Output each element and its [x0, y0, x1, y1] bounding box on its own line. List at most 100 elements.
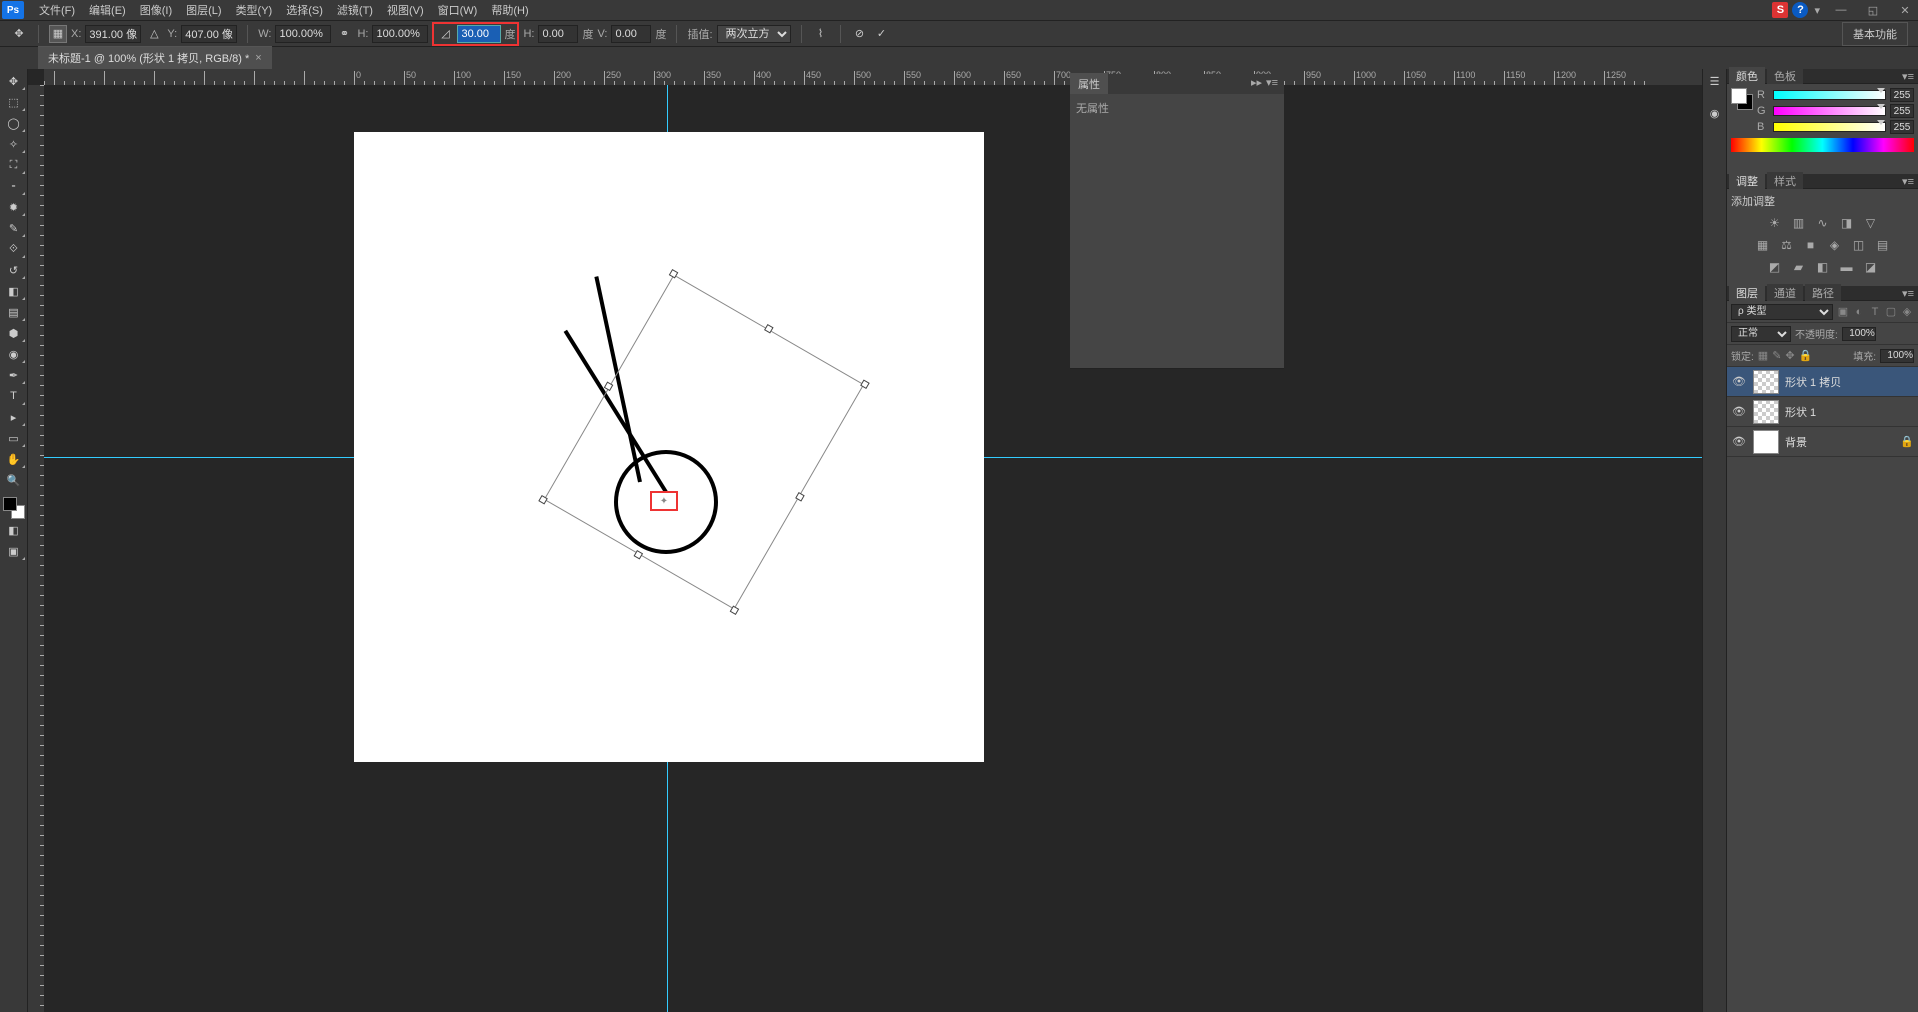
- quickmask-tool[interactable]: ◧: [2, 520, 26, 540]
- menu-select[interactable]: 选择(S): [279, 0, 330, 20]
- layer-thumbnail[interactable]: [1753, 370, 1779, 394]
- menu-window[interactable]: 窗口(W): [431, 0, 485, 20]
- b-slider[interactable]: [1773, 122, 1886, 132]
- s-icon[interactable]: S: [1772, 2, 1788, 18]
- delta-icon[interactable]: △: [145, 25, 163, 43]
- gradient-tool[interactable]: ▤: [2, 302, 26, 322]
- hue-icon[interactable]: ▦: [1754, 237, 1772, 253]
- link-icon[interactable]: ⚭: [335, 25, 353, 43]
- canvas-viewport[interactable]: ✦: [44, 85, 1702, 1012]
- w-input[interactable]: [275, 25, 331, 43]
- crop-tool[interactable]: ⛶: [2, 155, 26, 175]
- reference-point-icon[interactable]: ▦: [49, 25, 67, 43]
- blur-tool[interactable]: ⬢: [2, 323, 26, 343]
- h-input[interactable]: [372, 25, 428, 43]
- fill-input[interactable]: [1880, 349, 1914, 363]
- balance-icon[interactable]: ⚖: [1778, 237, 1796, 253]
- opacity-input[interactable]: [1842, 327, 1876, 341]
- cancel-transform-icon[interactable]: ⊘: [851, 25, 869, 43]
- bw-icon[interactable]: ■: [1802, 237, 1820, 253]
- document-canvas[interactable]: ✦: [354, 132, 984, 762]
- document-tab[interactable]: 未标题-1 @ 100% (形状 1 拷贝, RGB/8) * ×: [38, 46, 272, 69]
- text-tool[interactable]: T: [2, 386, 26, 406]
- filter-shape-icon[interactable]: ▢: [1884, 305, 1898, 319]
- panel-menu-icon[interactable]: ▾≡: [1898, 175, 1918, 188]
- transform-tool-icon[interactable]: ✥: [10, 25, 28, 43]
- layer-thumbnail[interactable]: [1753, 430, 1779, 454]
- visibility-icon[interactable]: 👁: [1731, 374, 1747, 390]
- y-input[interactable]: [181, 25, 237, 43]
- selective-icon[interactable]: ◪: [1862, 259, 1880, 275]
- interpolation-select[interactable]: 两次立方: [717, 25, 791, 43]
- commit-transform-icon[interactable]: ✓: [873, 25, 891, 43]
- panel-menu-icon[interactable]: ▾≡: [1898, 70, 1918, 83]
- history-brush-tool[interactable]: ↺: [2, 260, 26, 280]
- filter-adjust-icon[interactable]: ◐: [1852, 305, 1866, 319]
- layer-item[interactable]: 👁 背景 🔒: [1727, 427, 1918, 457]
- layer-item[interactable]: 👁 形状 1: [1727, 397, 1918, 427]
- path-select-tool[interactable]: ▸: [2, 407, 26, 427]
- menu-file[interactable]: 文件(F): [32, 0, 82, 20]
- blend-mode-select[interactable]: 正常: [1731, 326, 1791, 342]
- menu-filter[interactable]: 滤镜(T): [330, 0, 380, 20]
- close-icon[interactable]: ×: [255, 52, 261, 64]
- visibility-icon[interactable]: 👁: [1731, 434, 1747, 450]
- hand-tool[interactable]: ✋: [2, 449, 26, 469]
- warp-icon[interactable]: ⌇: [812, 25, 830, 43]
- invert-icon[interactable]: ◩: [1766, 259, 1784, 275]
- move-tool[interactable]: ✥: [2, 71, 26, 91]
- color-tab[interactable]: 颜色: [1729, 67, 1765, 85]
- threshold-icon[interactable]: ◧: [1814, 259, 1832, 275]
- window-maximize-button[interactable]: ◱: [1862, 3, 1884, 17]
- channel-mixer-icon[interactable]: ◫: [1850, 237, 1868, 253]
- g-input[interactable]: [1890, 104, 1914, 118]
- help-icon[interactable]: ?: [1792, 2, 1808, 18]
- filter-type-icon[interactable]: T: [1868, 305, 1882, 319]
- lock-trans-icon[interactable]: ▦: [1758, 349, 1768, 362]
- pen-tool[interactable]: ✒: [2, 365, 26, 385]
- window-close-button[interactable]: ✕: [1894, 3, 1916, 17]
- workspace-button[interactable]: 基本功能: [1842, 22, 1908, 46]
- ruler-horizontal[interactable]: 0501001502002503003504004505005506006507…: [44, 69, 1702, 85]
- curves-icon[interactable]: ∿: [1814, 215, 1832, 231]
- posterize-icon[interactable]: ▰: [1790, 259, 1808, 275]
- x-input[interactable]: [85, 25, 141, 43]
- layer-name[interactable]: 背景: [1785, 434, 1894, 450]
- menu-help[interactable]: 帮助(H): [484, 0, 535, 20]
- eraser-tool[interactable]: ◧: [2, 281, 26, 301]
- adjustments-tab[interactable]: 调整: [1729, 172, 1765, 190]
- eyedropper-tool[interactable]: ⁃: [2, 176, 26, 196]
- layer-name[interactable]: 形状 1: [1785, 404, 1914, 420]
- transform-pivot-highlight[interactable]: ✦: [650, 491, 678, 511]
- color-swatch[interactable]: [1731, 88, 1753, 110]
- r-input[interactable]: [1890, 88, 1914, 102]
- lasso-tool[interactable]: ◯: [2, 113, 26, 133]
- menu-view[interactable]: 视图(V): [380, 0, 431, 20]
- vibrance-icon[interactable]: ▽: [1862, 215, 1880, 231]
- channels-tab[interactable]: 通道: [1767, 284, 1803, 302]
- character-icon[interactable]: ◉: [1705, 103, 1725, 123]
- levels-icon[interactable]: ▥: [1790, 215, 1808, 231]
- menu-edit[interactable]: 编辑(E): [82, 0, 133, 20]
- visibility-icon[interactable]: 👁: [1731, 404, 1747, 420]
- panel-menu-icon[interactable]: ▾≡: [1266, 76, 1278, 89]
- spectrum-bar[interactable]: [1731, 138, 1914, 152]
- dropdown-icon[interactable]: ▾: [1814, 4, 1820, 17]
- styles-tab[interactable]: 样式: [1767, 172, 1803, 190]
- filter-smart-icon[interactable]: ◈: [1900, 305, 1914, 319]
- brush-tool[interactable]: ✎: [2, 218, 26, 238]
- collapse-icon[interactable]: ▸▸: [1251, 76, 1262, 89]
- history-icon[interactable]: ☰: [1705, 71, 1725, 91]
- shape-tool[interactable]: ▭: [2, 428, 26, 448]
- paths-tab[interactable]: 路径: [1805, 284, 1841, 302]
- photo-filter-icon[interactable]: ◈: [1826, 237, 1844, 253]
- window-minimize-button[interactable]: —: [1830, 3, 1852, 17]
- lock-all-icon[interactable]: 🔒: [1799, 349, 1813, 362]
- r-slider[interactable]: [1773, 90, 1886, 100]
- menu-type[interactable]: 类型(Y): [229, 0, 280, 20]
- rect-marquee-tool[interactable]: ⬚: [2, 92, 26, 112]
- healing-tool[interactable]: ✹: [2, 197, 26, 217]
- g-slider[interactable]: [1773, 106, 1886, 116]
- b-input[interactable]: [1890, 120, 1914, 134]
- color-foreback[interactable]: [3, 497, 25, 519]
